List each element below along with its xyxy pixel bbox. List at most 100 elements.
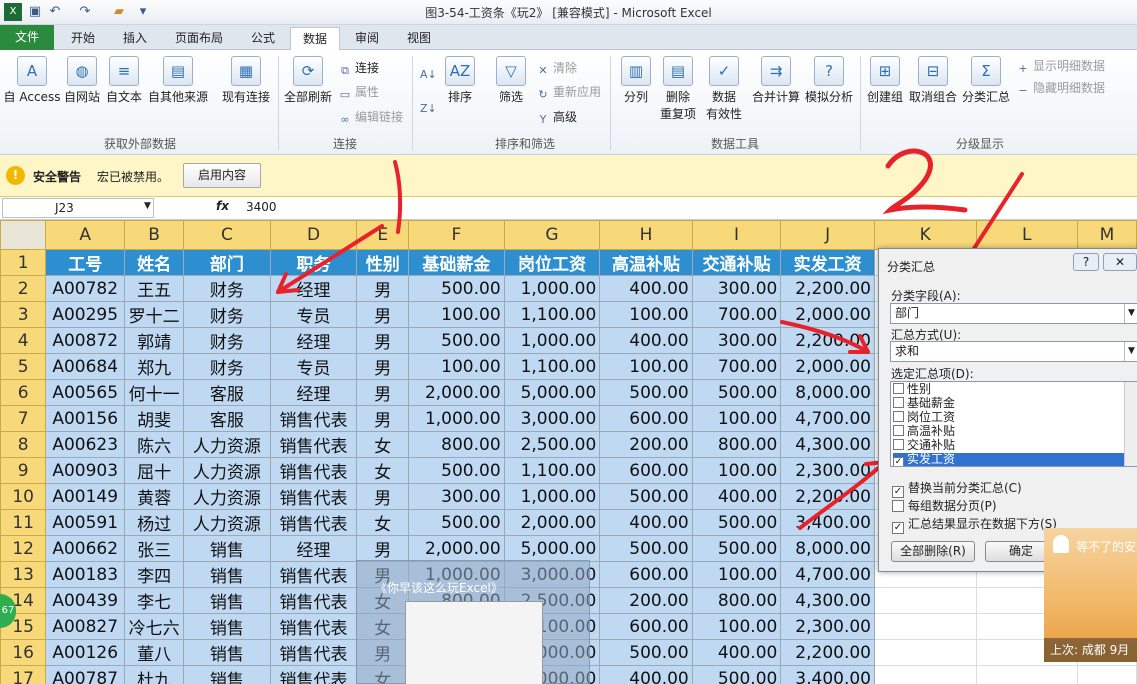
- page-break-option[interactable]: 每组数据分页(P): [892, 497, 997, 514]
- data-cell[interactable]: 400.00: [599, 665, 693, 684]
- properties-button[interactable]: ▭ 属性: [338, 83, 379, 102]
- data-cell[interactable]: 女: [356, 431, 410, 458]
- remove-all-button[interactable]: 全部删除(R): [891, 541, 975, 562]
- checkbox-checked[interactable]: ✓: [892, 522, 904, 534]
- data-cell[interactable]: 销售代表: [269, 561, 358, 588]
- row-header[interactable]: 4: [0, 327, 47, 354]
- row-header[interactable]: 16: [0, 639, 47, 666]
- data-cell[interactable]: 何十一: [124, 379, 185, 406]
- column-header[interactable]: G: [503, 220, 601, 250]
- data-cell[interactable]: A00872: [45, 327, 126, 354]
- data-cell[interactable]: 4,700.00: [780, 561, 875, 588]
- data-cell[interactable]: 100.00: [691, 457, 782, 484]
- data-cell[interactable]: 经理: [269, 535, 358, 562]
- sort-ascending-button[interactable]: A↓: [420, 66, 437, 82]
- column-header[interactable]: M: [1076, 220, 1137, 250]
- data-cell[interactable]: 屈十: [124, 457, 185, 484]
- column-header[interactable]: H: [599, 220, 693, 250]
- consolidate-button[interactable]: ⇉ 合并计算: [750, 56, 802, 105]
- column-header[interactable]: K: [874, 220, 977, 250]
- data-cell[interactable]: 销售代表: [269, 639, 358, 666]
- data-cell[interactable]: 600.00: [599, 561, 693, 588]
- header-cell[interactable]: 职务: [269, 249, 358, 276]
- list-item[interactable]: 基础薪金: [893, 397, 1124, 411]
- data-cell[interactable]: 销售: [183, 535, 271, 562]
- data-cell[interactable]: 张三: [124, 535, 185, 562]
- subtotal-button[interactable]: Σ 分类汇总: [960, 56, 1012, 105]
- column-header[interactable]: A: [45, 220, 126, 250]
- data-cell[interactable]: 4,300.00: [780, 431, 875, 458]
- checkbox[interactable]: [893, 425, 904, 436]
- data-cell[interactable]: 销售代表: [269, 405, 358, 432]
- data-cell[interactable]: 2,000.00: [503, 509, 601, 536]
- ungroup-button[interactable]: ⊟ 取消组合: [908, 56, 958, 105]
- data-cell[interactable]: A00149: [45, 483, 126, 510]
- data-cell[interactable]: 4,700.00: [780, 405, 875, 432]
- scrollbar[interactable]: [1124, 382, 1137, 466]
- data-cell[interactable]: 客服: [183, 405, 271, 432]
- data-cell[interactable]: 1,000.00: [503, 275, 601, 302]
- data-cell[interactable]: 1,000.00: [408, 405, 505, 432]
- data-cell[interactable]: 400.00: [599, 327, 693, 354]
- checkbox[interactable]: [893, 411, 904, 422]
- column-header[interactable]: J: [780, 220, 875, 250]
- header-cell[interactable]: 工号: [45, 249, 126, 276]
- data-cell[interactable]: 2,200.00: [780, 327, 875, 354]
- data-cell[interactable]: 董八: [124, 639, 185, 666]
- column-header[interactable]: D: [269, 220, 358, 250]
- data-cell[interactable]: 李四: [124, 561, 185, 588]
- tab-file[interactable]: 文件: [0, 25, 54, 50]
- refresh-all-button[interactable]: ⟳ 全部刷新: [282, 56, 334, 105]
- data-cell[interactable]: 2,500.00: [503, 431, 601, 458]
- data-cell[interactable]: 700.00: [691, 353, 782, 380]
- tab-review[interactable]: 审阅: [344, 27, 390, 50]
- data-cell[interactable]: A00565: [45, 379, 126, 406]
- help-button[interactable]: ?: [1073, 253, 1099, 271]
- select-all-corner[interactable]: [0, 220, 47, 250]
- data-cell[interactable]: 销售代表: [269, 431, 358, 458]
- header-cell[interactable]: 部门: [183, 249, 271, 276]
- data-cell[interactable]: A00156: [45, 405, 126, 432]
- header-cell[interactable]: 岗位工资: [503, 249, 601, 276]
- data-cell[interactable]: 100.00: [408, 353, 505, 380]
- data-cell[interactable]: 人力资源: [183, 509, 271, 536]
- data-cell[interactable]: 500.00: [599, 535, 693, 562]
- data-cell[interactable]: 经理: [269, 379, 358, 406]
- group-button[interactable]: ⊞ 创建组: [864, 56, 906, 105]
- insert-function-icon[interactable]: fx: [216, 199, 229, 213]
- subtotal-field-select[interactable]: 部门 ▼: [890, 303, 1137, 324]
- data-cell[interactable]: A00684: [45, 353, 126, 380]
- data-cell[interactable]: 8,000.00: [780, 379, 875, 406]
- data-cell[interactable]: 3,000.00: [503, 405, 601, 432]
- data-cell[interactable]: 500.00: [691, 665, 782, 684]
- data-cell[interactable]: 200.00: [599, 431, 693, 458]
- data-cell[interactable]: A00295: [45, 301, 126, 328]
- header-cell[interactable]: 实发工资: [780, 249, 875, 276]
- row-header[interactable]: 13: [0, 561, 47, 588]
- subtotal-items-list[interactable]: 性别 基础薪金 岗位工资 高温补贴 交通补贴 ✓ 实发工资: [890, 381, 1137, 467]
- tab-insert[interactable]: 插入: [112, 27, 158, 50]
- header-cell[interactable]: 交通补贴: [691, 249, 782, 276]
- column-header[interactable]: F: [408, 220, 505, 250]
- data-cell[interactable]: 700.00: [691, 301, 782, 328]
- data-cell[interactable]: 黄蓉: [124, 483, 185, 510]
- data-cell[interactable]: 400.00: [691, 639, 782, 666]
- data-cell[interactable]: 人力资源: [183, 431, 271, 458]
- name-box-dropdown-icon[interactable]: ▼: [144, 201, 151, 211]
- data-cell[interactable]: A00183: [45, 561, 126, 588]
- data-cell[interactable]: 男: [356, 535, 410, 562]
- data-cell[interactable]: 1,100.00: [503, 301, 601, 328]
- data-cell[interactable]: 销售代表: [269, 457, 358, 484]
- data-cell[interactable]: 财务: [183, 301, 271, 328]
- sort-descending-button[interactable]: Z↓: [420, 100, 437, 116]
- clear-filter-button[interactable]: ✕ 清除: [536, 59, 577, 78]
- data-cell[interactable]: 2,000.00: [408, 379, 505, 406]
- data-cell[interactable]: 男: [356, 483, 410, 510]
- row-header[interactable]: 8: [0, 431, 47, 458]
- data-cell[interactable]: 100.00: [599, 353, 693, 380]
- preview-thumbnail[interactable]: [405, 601, 543, 684]
- data-cell[interactable]: 5,000.00: [503, 379, 601, 406]
- data-cell[interactable]: 800.00: [691, 587, 782, 614]
- header-cell[interactable]: 高温补贴: [599, 249, 693, 276]
- data-cell[interactable]: 2,000.00: [780, 301, 875, 328]
